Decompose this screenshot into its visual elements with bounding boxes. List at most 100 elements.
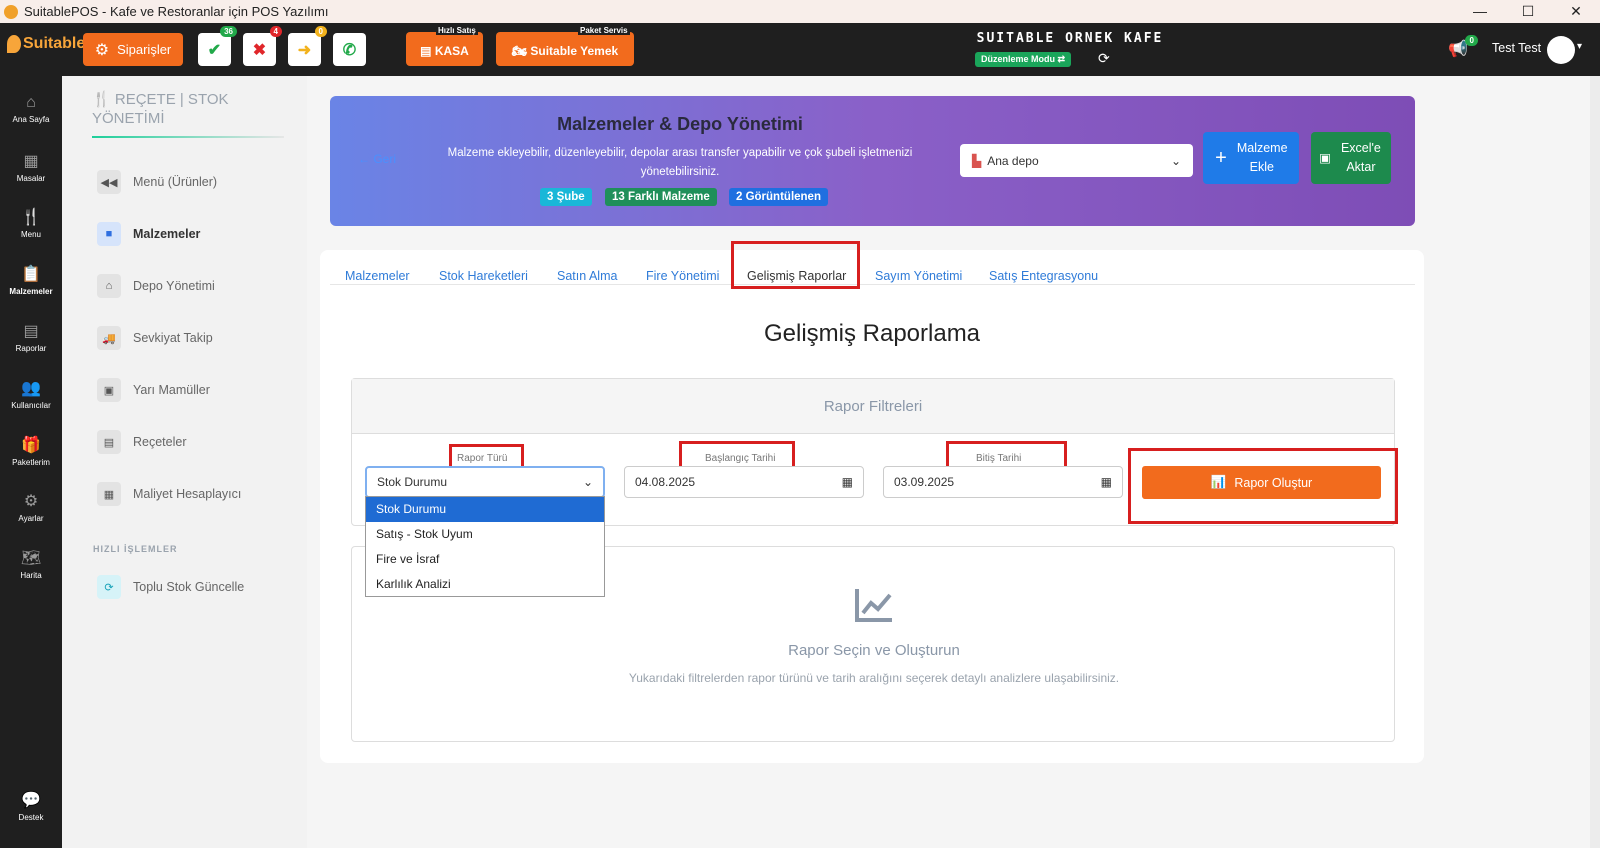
page-banner: ← Geri Malzemeler & Depo Yönetimi Malzem…: [330, 96, 1415, 226]
approved-orders-button[interactable]: ✔ 36: [198, 26, 237, 66]
sidebar-item-raporlar[interactable]: ▤ Raporlar: [0, 321, 62, 353]
material-count-badge: 13 Farklı Malzeme: [605, 188, 717, 206]
back-link[interactable]: ← Geri: [358, 152, 396, 166]
empty-state-title: Rapor Seçin ve Oluşturun: [788, 642, 960, 659]
submenu-item-malzemeler[interactable]: ■ Malzemeler: [97, 220, 200, 248]
tab-sayim-yonetimi[interactable]: Sayım Yönetimi: [875, 269, 962, 283]
approved-count-badge: 36: [220, 26, 237, 37]
scrollbar[interactable]: [1590, 76, 1600, 848]
phone-orders-button[interactable]: ✆: [333, 33, 366, 66]
plus-icon: +: [1215, 146, 1227, 169]
announce-badge: 0: [1465, 35, 1478, 46]
megaphone-icon[interactable]: 📢 0: [1448, 35, 1478, 59]
submenu-title: 🍴 REÇETE | STOK YÖNETİMİ: [92, 91, 229, 127]
quick-actions-title: HIZLI İŞLEMLER: [93, 544, 178, 554]
close-button[interactable]: ✕: [1552, 0, 1600, 23]
chevron-down-icon[interactable]: ▾: [1577, 41, 1582, 52]
boxes-icon: ▣: [97, 378, 121, 402]
submenu-item-yari-mamuller[interactable]: ▣ Yarı Mamüller: [97, 376, 210, 404]
logo[interactable]: Suitable: [7, 35, 85, 53]
submenu-item-menu-urunler[interactable]: ◀◀ Menü (Ürünler): [97, 168, 217, 196]
end-date-input[interactable]: 03.09.2025 ▦: [883, 466, 1123, 498]
add-material-button[interactable]: + Malzeme Ekle: [1203, 132, 1299, 184]
submenu-item-maliyet-hesaplayici[interactable]: ▦ Maliyet Hesaplayıcı: [97, 480, 241, 508]
orders-button[interactable]: ⚙ Siparişler: [83, 33, 183, 66]
active-tab-highlight: [731, 241, 860, 289]
recipe-icon: ▤: [97, 430, 121, 454]
logo-pin-icon: [7, 35, 21, 53]
depo-select[interactable]: ▙ Ana depo ⌄: [960, 144, 1193, 177]
sidebar-item-harita[interactable]: 🗺 Harita: [0, 548, 62, 580]
cafe-name: SUITABLE ORNEK KAFE: [976, 31, 1164, 46]
tab-malzemeler[interactable]: Malzemeler: [345, 269, 410, 283]
chevron-down-icon: ⌄: [582, 475, 593, 489]
page-title: Malzemeler & Depo Yönetimi: [557, 114, 803, 134]
utensils-icon: 🍴: [92, 91, 115, 108]
empty-state-description: Yukarıdaki filtrelerden rapor türünü ve …: [628, 671, 1120, 685]
create-report-button[interactable]: 📊 Rapor Oluştur: [1142, 466, 1381, 499]
submenu-title-divider: [92, 136, 284, 138]
map-icon: 🗺: [20, 550, 42, 567]
calendar-icon[interactable]: ▦: [842, 475, 853, 489]
line-chart-icon: [855, 589, 892, 622]
excel-icon: ▣: [1319, 150, 1331, 165]
sidebar-item-ayarlar[interactable]: ⚙ Ayarlar: [0, 491, 62, 523]
sube-count-badge: 3 Şube: [540, 188, 592, 206]
sidebar-item-kullanicilar[interactable]: 👥 Kullanıcılar: [0, 378, 62, 410]
clipboard-icon: 📋: [21, 266, 41, 283]
phone-icon: ✆: [342, 41, 357, 59]
tab-stok-hareketleri[interactable]: Stok Hareketleri: [439, 269, 528, 283]
report-type-select[interactable]: Stok Durumu ⌄: [365, 466, 605, 498]
chevron-down-icon: ⌄: [1170, 153, 1181, 168]
export-excel-button[interactable]: ▣ Excel'e Aktar: [1311, 132, 1391, 184]
tab-fire-yonetimi[interactable]: Fire Yönetimi: [646, 269, 719, 283]
maximize-button[interactable]: ☐: [1504, 0, 1552, 23]
calculator-icon: ▦: [97, 482, 121, 506]
chart-bar-icon: 📊: [1210, 475, 1227, 489]
warehouse-icon: ⌂: [97, 274, 121, 298]
submenu-item-toplu-stok-guncelle[interactable]: ⟳ Toplu Stok Güncelle: [97, 573, 244, 601]
user-name[interactable]: Test Test: [1492, 41, 1541, 55]
cash-register-icon: ▤: [420, 44, 435, 58]
tab-satis-entegrasyonu[interactable]: Satış Entegrasyonu: [989, 269, 1098, 283]
paket-servis-caption: Paket Servis: [578, 26, 630, 35]
submenu-item-receteler[interactable]: ▤ Reçeteler: [97, 428, 187, 456]
minimize-button[interactable]: —: [1456, 0, 1504, 23]
calendar-icon[interactable]: ▦: [1101, 475, 1112, 489]
sidebar-item-destek[interactable]: 💬 Destek: [0, 790, 62, 822]
option-stok-durumu[interactable]: Stok Durumu: [366, 497, 604, 522]
option-fire-ve-israf[interactable]: Fire ve İsraf: [366, 547, 604, 572]
pending-orders-button[interactable]: ➜ 0: [288, 26, 327, 66]
report-type-dropdown: Stok Durumu Satış - Stok Uyum Fire ve İs…: [365, 496, 605, 597]
gift-icon: 🎁: [21, 437, 41, 454]
filters-title: Rapor Filtreleri: [352, 379, 1394, 434]
option-satis-stok-uyum[interactable]: Satış - Stok Uyum: [366, 522, 604, 547]
suitable-yemek-button[interactable]: Paket Servis 🏍 Suitable Yemek: [496, 26, 634, 66]
sidebar-item-paketlerim[interactable]: 🎁 Paketlerim: [0, 435, 62, 467]
tab-satin-alma[interactable]: Satın Alma: [557, 269, 617, 283]
backward-icon: ◀◀: [97, 170, 121, 194]
edit-mode-toggle[interactable]: Düzenleme Modu ⇄: [975, 52, 1072, 67]
start-date-input[interactable]: 04.08.2025 ▦: [624, 466, 864, 498]
avatar[interactable]: [1547, 36, 1575, 64]
report-title: Gelişmiş Raporlama: [763, 320, 981, 347]
tables-icon: ▦: [23, 153, 39, 170]
sidebar-item-masalar[interactable]: ▦ Masalar: [0, 151, 62, 183]
home-icon: ⌂: [26, 94, 36, 111]
building-icon: ▙: [972, 153, 982, 168]
submenu-item-depo-yonetimi[interactable]: ⌂ Depo Yönetimi: [97, 272, 215, 300]
submenu-item-sevkiyat-takip[interactable]: 🚚 Sevkiyat Takip: [97, 324, 213, 352]
report-icon: ▤: [23, 323, 39, 340]
sidebar-item-menu[interactable]: 🍴 Menu: [0, 207, 62, 239]
option-karlilik-analizi[interactable]: Karlılık Analizi: [366, 572, 604, 597]
x-icon: ✖: [252, 41, 267, 59]
pending-count-badge: 0: [314, 26, 327, 37]
sidebar-item-ana-sayfa[interactable]: ⌂ Ana Sayfa: [0, 94, 62, 124]
refresh-icon[interactable]: ⟳: [1098, 50, 1110, 67]
arrow-right-icon: ➜: [297, 41, 312, 59]
users-icon: 👥: [21, 380, 41, 397]
rejected-orders-button[interactable]: ✖ 4: [243, 26, 282, 66]
kasa-button[interactable]: Hızlı Satış ▤ KASA: [406, 26, 483, 66]
gear-icon: ⚙: [94, 41, 110, 59]
sidebar-item-malzemeler[interactable]: 📋 Malzemeler: [0, 264, 62, 296]
